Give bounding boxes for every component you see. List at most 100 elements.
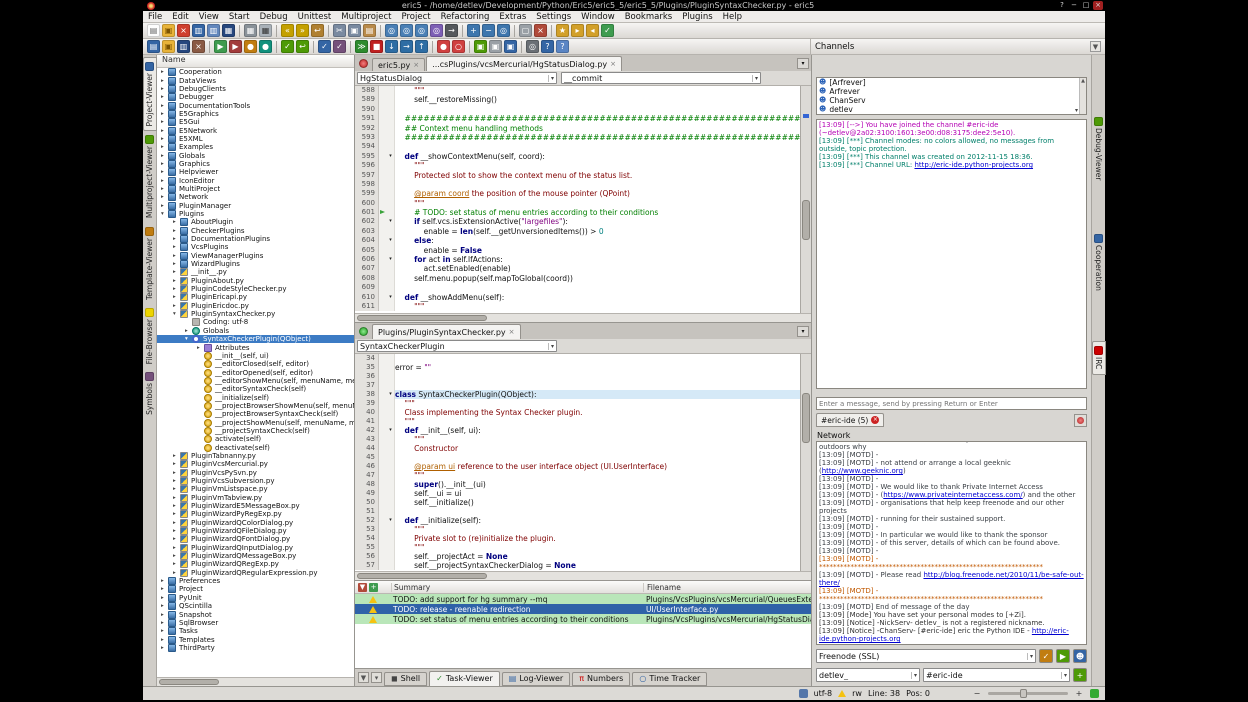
code-line[interactable]: 47 """ (355, 471, 800, 480)
menu-item[interactable]: Help (718, 12, 747, 22)
expand-arrow-icon[interactable]: ▸ (173, 503, 180, 509)
code-line[interactable]: 35 error = "" (355, 363, 800, 372)
expand-arrow-icon[interactable]: ▸ (173, 520, 180, 526)
editor-tab[interactable]: eric5.py × (372, 58, 425, 71)
expand-arrow-icon[interactable]: ▸ (161, 144, 168, 150)
code-line[interactable]: 609 (355, 283, 800, 292)
code-line[interactable]: 594 (355, 142, 800, 151)
line-number[interactable]: 599 (355, 189, 379, 198)
line-number[interactable]: 591 (355, 114, 379, 123)
editor-led-icon[interactable] (359, 59, 368, 68)
fold-margin-icon[interactable] (387, 142, 395, 151)
tree-item[interactable]: deactivate(self) (157, 443, 354, 451)
menu-item[interactable]: Extras (494, 12, 531, 22)
tree-item[interactable]: __editorSyntaxCheck(self) (157, 385, 354, 393)
line-number[interactable]: 595 (355, 152, 379, 161)
line-number[interactable]: 592 (355, 124, 379, 133)
code-line[interactable]: 39 """ (355, 399, 800, 408)
code-line[interactable]: 57 self.__projectSyntaxCheckerDialog = N… (355, 561, 800, 570)
line-number[interactable]: 602 (355, 217, 379, 226)
network-link[interactable]: http://www.geeknic.org (822, 467, 903, 475)
channels-dock-header[interactable]: Channels ▼ (810, 39, 1105, 55)
menu-item[interactable]: Settings (531, 12, 576, 22)
filter-tasks-icon[interactable]: ▼ (358, 583, 367, 592)
toolbar-icon[interactable] (469, 41, 470, 53)
toolbar-icon[interactable] (350, 41, 351, 53)
expand-arrow-icon[interactable]: ▸ (161, 637, 168, 643)
expand-arrow-icon[interactable]: ▸ (173, 303, 180, 309)
fold-margin-icon[interactable] (387, 543, 395, 552)
channel-user-list[interactable]: ▲ ▾ ☻ [Arfrever] ☻ Arfrever ☻ ChanServ ☻ (816, 77, 1087, 115)
line-number[interactable]: 52 (355, 516, 379, 525)
code-line[interactable]: 603 enable = len(self.__getUnversionedIt… (355, 227, 800, 236)
expand-arrow-icon[interactable]: ▾ (173, 311, 180, 317)
zoom-slider-handle[interactable] (1020, 689, 1027, 698)
expand-arrow-icon[interactable]: ▸ (173, 561, 180, 567)
code-line[interactable]: 46 @param ui reference to the user inter… (355, 462, 800, 471)
sidebar-tab[interactable]: Cooperation (1092, 230, 1106, 295)
expand-arrow-icon[interactable]: ▸ (161, 203, 168, 209)
code-line[interactable]: 40 Class implementing the Syntax Checker… (355, 408, 800, 417)
code-line[interactable]: 600 """ (355, 199, 800, 208)
tree-item[interactable]: ▸ PluginVmTabview.py (157, 494, 354, 502)
code-line[interactable]: 45 (355, 453, 800, 462)
fold-margin-icon[interactable]: ▾ (387, 390, 395, 399)
join-channel-icon[interactable]: + (1073, 668, 1087, 682)
menu-item[interactable]: File (143, 12, 167, 22)
editor-tab[interactable]: ...csPlugins/vcsMercurial/HgStatusDialog… (426, 56, 622, 71)
column-header-filename[interactable]: Filename (643, 583, 811, 592)
sidebar-tab[interactable]: Multiproject-Viewer (143, 131, 157, 222)
toolbar-icon[interactable]: ✓ (333, 40, 346, 53)
expand-arrow-icon[interactable]: ▸ (173, 486, 180, 492)
code-line[interactable]: 43 """ (355, 435, 800, 444)
code-line[interactable]: 588 """ (355, 86, 800, 95)
fold-margin-icon[interactable] (387, 498, 395, 507)
tree-item[interactable]: ▸ Tasks (157, 627, 354, 635)
editor-led-icon[interactable] (359, 327, 368, 336)
tree-item[interactable]: __initialize(self) (157, 393, 354, 401)
line-number[interactable]: 38 (355, 390, 379, 399)
code-line[interactable]: 595 ▾ def __showContextMenu(self, coord)… (355, 152, 800, 161)
expand-arrow-icon[interactable]: ▸ (161, 86, 168, 92)
fold-margin-icon[interactable] (387, 246, 395, 255)
menu-item[interactable]: Debug (255, 12, 293, 22)
fold-margin-icon[interactable] (387, 435, 395, 444)
toolbar-icon[interactable]: ▢ (519, 24, 532, 37)
expand-arrow-icon[interactable]: ▸ (173, 528, 180, 534)
expand-arrow-icon[interactable]: ▸ (161, 111, 168, 117)
line-number[interactable]: 601 (355, 208, 379, 217)
tree-item[interactable]: ▸ PluginWizardE5MessageBox.py (157, 502, 354, 510)
tree-item[interactable]: ▸ Examples (157, 143, 354, 151)
edit-network-icon[interactable]: ✓ (1039, 649, 1053, 663)
tool-tab[interactable]: ◼ Shell (384, 672, 427, 686)
fold-margin-icon[interactable] (387, 489, 395, 498)
tree-item[interactable]: ▸ PluginWizardQRegularExpression.py (157, 569, 354, 577)
expand-arrow-icon[interactable]: ▸ (185, 328, 192, 334)
tree-item[interactable]: __projectShowMenu(self, menuName, menu) (157, 418, 354, 426)
line-number[interactable]: 39 (355, 399, 379, 408)
tree-horizontal-scrollbar[interactable] (157, 677, 354, 686)
fold-margin-icon[interactable] (387, 417, 395, 426)
expand-arrow-icon[interactable]: ▸ (161, 645, 168, 651)
expand-arrow-icon[interactable]: ▸ (161, 612, 168, 618)
toolbar-icon[interactable]: ▦ (244, 24, 257, 37)
code-line[interactable]: 38 ▾ class SyntaxCheckerPlugin(QObject): (355, 390, 800, 399)
expand-arrow-icon[interactable]: ▸ (173, 278, 180, 284)
code-line[interactable]: 607 act.setEnabled(enable) (355, 264, 800, 273)
tree-item[interactable]: ▸ ViewManagerPlugins (157, 252, 354, 260)
toolbar-icon[interactable]: ▶ (229, 40, 242, 53)
fold-margin-icon[interactable] (387, 534, 395, 543)
tree-item[interactable]: ▸ PluginCodeStyleChecker.py (157, 285, 354, 293)
zoom-out-icon[interactable]: − (972, 689, 982, 698)
tree-column-header[interactable]: Name (157, 55, 354, 68)
toolbar-icon[interactable] (276, 25, 277, 37)
expand-arrow-icon[interactable]: ▸ (161, 194, 168, 200)
expand-arrow-icon[interactable]: ▸ (161, 136, 168, 142)
tree-item[interactable]: __projectBrowserSyntaxCheck(self) (157, 410, 354, 418)
network-combo[interactable]: Freenode (SSL) ▾ (816, 649, 1036, 663)
tree-item[interactable]: ▸ PluginVcsMercurial.py (157, 460, 354, 468)
expand-arrow-icon[interactable]: ▾ (161, 211, 168, 217)
editor-vertical-scrollbar[interactable] (800, 354, 811, 571)
editor-tab[interactable]: Plugins/PluginSyntaxChecker.py × (372, 324, 521, 339)
tool-tab[interactable]: ✓ Task-Viewer (429, 671, 500, 687)
